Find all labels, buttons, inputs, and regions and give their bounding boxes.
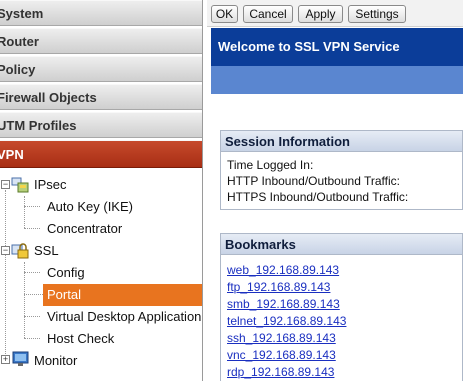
- tree-line: [5, 190, 6, 360]
- tree-item-config[interactable]: Config: [47, 263, 85, 283]
- ok-button[interactable]: OK: [211, 5, 238, 23]
- cancel-button[interactable]: Cancel: [243, 5, 293, 23]
- tree-item-ssl[interactable]: SSL: [34, 241, 59, 261]
- bookmarks-title: Bookmarks: [221, 234, 462, 255]
- settings-button[interactable]: Settings: [348, 5, 406, 23]
- tree-item-monitor[interactable]: Monitor: [34, 351, 77, 371]
- tree-item-host-check[interactable]: Host Check: [47, 329, 114, 349]
- tree-item-portal-selected[interactable]: Portal: [43, 284, 202, 306]
- navigation-pane: System Router Policy Firewall Objects UT…: [0, 0, 203, 381]
- nav-section-firewall-objects[interactable]: Firewall Objects: [0, 84, 202, 110]
- tree-item-virtual-desktop-application[interactable]: Virtual Desktop Application: [47, 307, 201, 327]
- portal-banner: Welcome to SSL VPN Service: [211, 28, 463, 66]
- bookmark-link[interactable]: ftp_192.168.89.143: [227, 279, 456, 296]
- bookmark-link[interactable]: rdp_192.168.89.143: [227, 364, 456, 381]
- nav-section-vpn[interactable]: VPN: [0, 140, 202, 168]
- bookmarks-widget: Bookmarks web_192.168.89.143 ftp_192.168…: [220, 233, 463, 381]
- bookmark-link[interactable]: web_192.168.89.143: [227, 262, 456, 279]
- tree-line: [24, 206, 40, 207]
- https-traffic-label: HTTPS Inbound/Outbound Traffic:: [227, 190, 409, 204]
- tree-line: [24, 316, 40, 317]
- bookmark-link[interactable]: ssh_192.168.89.143: [227, 330, 456, 347]
- monitor-icon: [12, 351, 29, 367]
- network-config-icon: [11, 177, 29, 193]
- nav-section-system[interactable]: System: [0, 0, 202, 26]
- time-logged-in-label: Time Logged In:: [227, 158, 314, 172]
- tree-line: [24, 262, 25, 338]
- nav-section-policy[interactable]: Policy: [0, 56, 202, 82]
- toolbar: OK Cancel Apply Settings: [207, 0, 463, 27]
- nav-section-utm-profiles[interactable]: UTM Profiles: [0, 112, 202, 138]
- expand-monitor-toggle[interactable]: +: [1, 355, 10, 364]
- ssl-lock-icon: [11, 242, 29, 259]
- tree-line: [24, 196, 25, 228]
- bookmark-link[interactable]: telnet_192.168.89.143: [227, 313, 456, 330]
- session-information-title: Session Information: [221, 131, 462, 152]
- collapse-ssl-toggle[interactable]: −: [1, 246, 10, 255]
- portal-header-band: [211, 66, 463, 94]
- collapse-ipsec-toggle[interactable]: −: [1, 180, 10, 189]
- bookmark-link[interactable]: smb_192.168.89.143: [227, 296, 456, 313]
- nav-section-router[interactable]: Router: [0, 28, 202, 54]
- tree-item-ipsec[interactable]: IPsec: [34, 175, 67, 195]
- tree-item-auto-key-ike[interactable]: Auto Key (IKE): [47, 197, 133, 217]
- tree-line: [24, 228, 40, 229]
- bookmark-link[interactable]: vnc_192.168.89.143: [227, 347, 456, 364]
- session-information-widget: Session Information Time Logged In: HTTP…: [220, 130, 463, 210]
- tree-line: [24, 272, 40, 273]
- apply-button[interactable]: Apply: [298, 5, 343, 23]
- tree-line: [24, 338, 40, 339]
- http-traffic-label: HTTP Inbound/Outbound Traffic:: [227, 174, 400, 188]
- tree-item-concentrator[interactable]: Concentrator: [47, 219, 122, 239]
- tree-line: [24, 294, 43, 295]
